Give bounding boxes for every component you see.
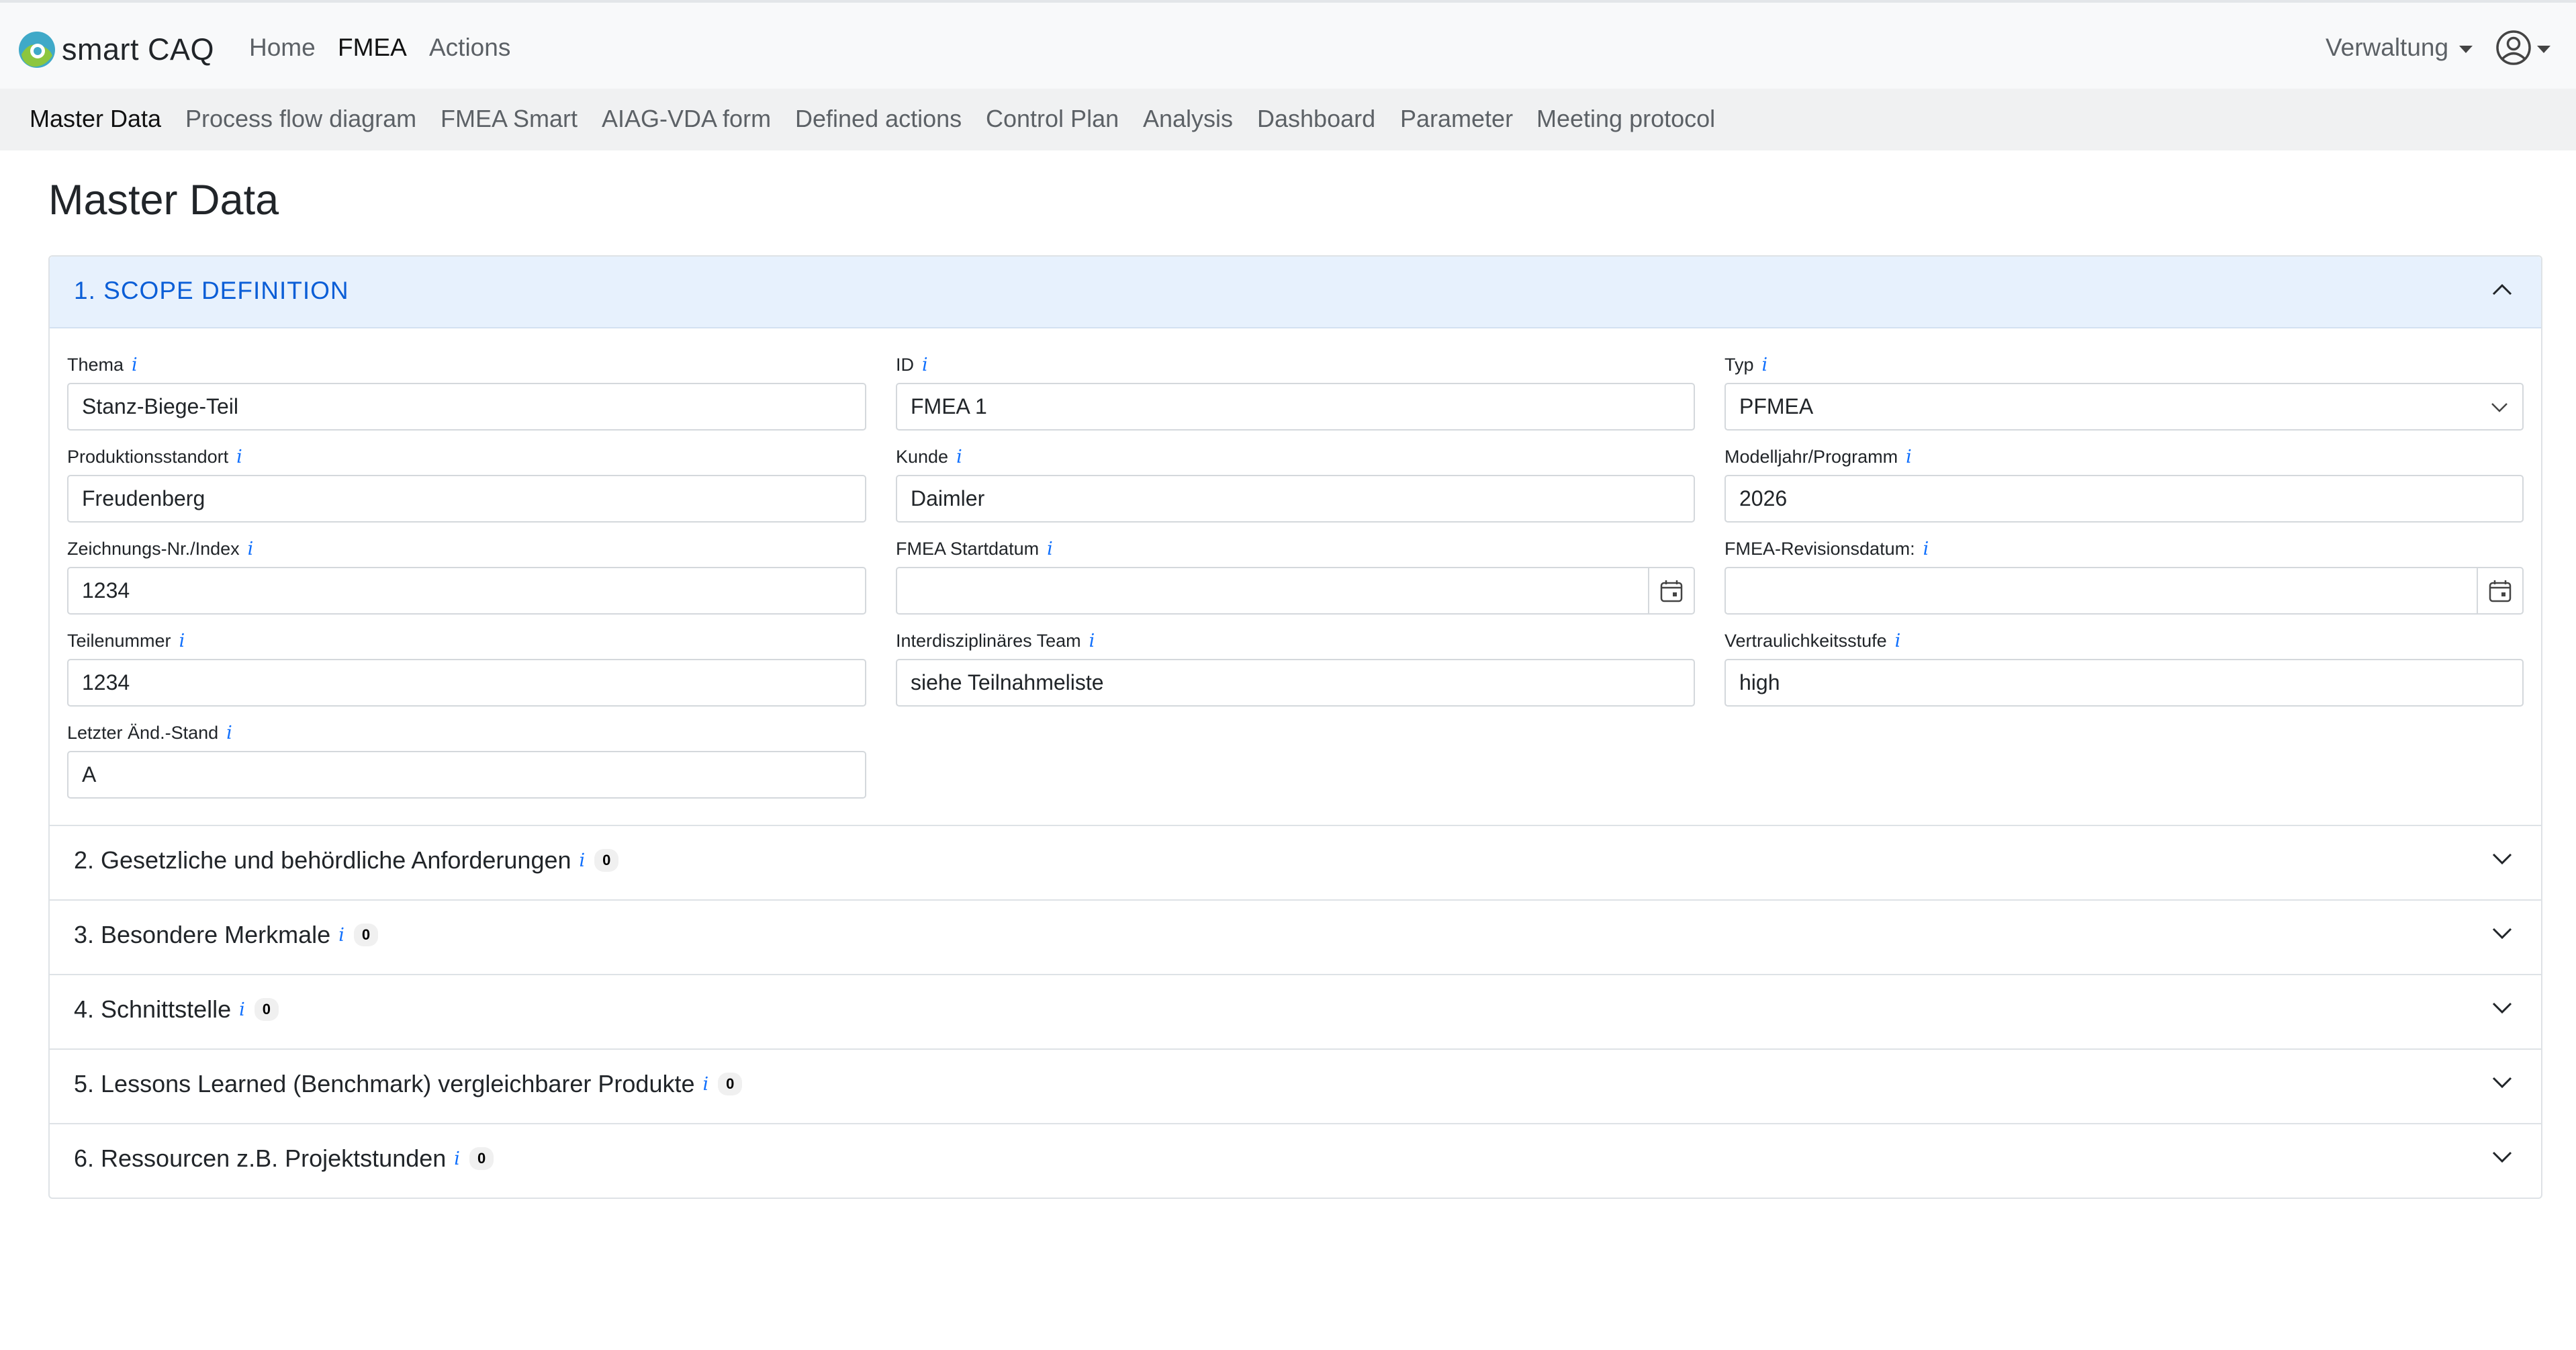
section-schnittstelle[interactable]: 4. Schnittstelle i 0 bbox=[50, 974, 2541, 1048]
id-input[interactable]: FMEA 1 bbox=[896, 383, 1695, 431]
subnav-meeting-protocol[interactable]: Meeting protocol bbox=[1536, 105, 1715, 133]
thema-input[interactable]: Stanz-Biege-Teil bbox=[67, 383, 866, 431]
produktionsstandort-input[interactable]: Freudenberg bbox=[67, 475, 866, 523]
info-icon[interactable]: i bbox=[922, 355, 928, 375]
info-icon[interactable]: i bbox=[239, 999, 245, 1020]
brand-name: smart CAQ bbox=[62, 32, 215, 66]
typ-select[interactable]: PFMEA bbox=[1724, 383, 2524, 431]
section-title: 2. Gesetzliche und behördliche Anforderu… bbox=[74, 846, 571, 874]
info-icon[interactable]: i bbox=[1089, 631, 1095, 651]
interdisziplinaeres-team-input[interactable]: siehe Teilnahmeliste bbox=[896, 659, 1695, 707]
subnav-parameter[interactable]: Parameter bbox=[1400, 105, 1513, 133]
info-icon[interactable]: i bbox=[132, 355, 138, 375]
interdisziplinaeres-team-label: Interdisziplinäres Team i bbox=[896, 631, 1095, 651]
admin-dropdown[interactable]: Verwaltung bbox=[2326, 34, 2473, 62]
typ-selected-value: PFMEA bbox=[1739, 394, 1814, 418]
fmea-revisionsdatum-input[interactable] bbox=[1724, 567, 2524, 615]
zeichnungs-nr-input[interactable]: 1234 bbox=[67, 567, 866, 615]
calendar-button[interactable] bbox=[2477, 568, 2522, 613]
section-besondere-merkmale[interactable]: 3. Besondere Merkmale i 0 bbox=[50, 899, 2541, 974]
count-badge: 0 bbox=[254, 998, 279, 1021]
section-gesetzliche-anforderungen[interactable]: 2. Gesetzliche und behördliche Anforderu… bbox=[50, 825, 2541, 899]
teilenummer-label: Teilenummer i bbox=[67, 631, 185, 651]
chevron-down-icon bbox=[2492, 928, 2512, 940]
section-title: 5. Lessons Learned (Benchmark) vergleich… bbox=[74, 1070, 695, 1097]
master-data-accordion: 1. SCOPE DEFINITION Thema i Stanz-Biege-T… bbox=[48, 255, 2542, 1199]
fmea-startdatum-input[interactable] bbox=[896, 567, 1695, 615]
subnav-fmea-smart[interactable]: FMEA Smart bbox=[441, 105, 578, 133]
id-label: ID i bbox=[896, 355, 928, 375]
chevron-down-icon bbox=[2537, 46, 2550, 53]
info-icon[interactable]: i bbox=[179, 631, 185, 651]
count-badge: 0 bbox=[469, 1147, 494, 1170]
vertraulichkeitsstufe-label: Vertraulichkeitsstufe i bbox=[1724, 631, 1901, 651]
letzter-aend-stand-input[interactable]: A bbox=[67, 751, 866, 799]
chevron-down-icon bbox=[2491, 403, 2508, 412]
info-icon[interactable]: i bbox=[1762, 355, 1768, 375]
scope-definition-header[interactable]: 1. SCOPE DEFINITION bbox=[50, 257, 2541, 328]
teilenummer-input[interactable]: 1234 bbox=[67, 659, 866, 707]
info-icon[interactable]: i bbox=[1923, 539, 1929, 559]
chevron-down-icon bbox=[2492, 853, 2512, 865]
letzter-aend-stand-label: Letzter Änd.-Stand i bbox=[67, 723, 232, 744]
info-icon[interactable]: i bbox=[236, 447, 242, 467]
vertraulichkeitsstufe-input[interactable]: high bbox=[1724, 659, 2524, 707]
calendar-button[interactable] bbox=[1648, 568, 1694, 613]
subnav-analysis[interactable]: Analysis bbox=[1143, 105, 1233, 133]
nav-fmea[interactable]: FMEA bbox=[338, 34, 407, 62]
zeichnungs-nr-label: Zeichnungs-Nr./Index i bbox=[67, 539, 254, 559]
chevron-up-icon bbox=[2492, 283, 2512, 296]
modelljahr-label: Modelljahr/Programm i bbox=[1724, 447, 1912, 467]
info-icon[interactable]: i bbox=[956, 447, 962, 467]
fmea-startdatum-label: FMEA Startdatum i bbox=[896, 539, 1053, 559]
user-circle-icon bbox=[2495, 30, 2532, 69]
top-navbar: smart CAQ Home FMEA Actions Verwaltung bbox=[0, 0, 2576, 89]
section-title: 6. Ressourcen z.B. Projektstunden bbox=[74, 1144, 447, 1172]
count-badge: 0 bbox=[718, 1073, 743, 1095]
section-lessons-learned[interactable]: 5. Lessons Learned (Benchmark) vergleich… bbox=[50, 1048, 2541, 1123]
info-icon[interactable]: i bbox=[703, 1074, 709, 1095]
user-menu[interactable] bbox=[2495, 30, 2550, 69]
kunde-input[interactable]: Daimler bbox=[896, 475, 1695, 523]
subnav-dashboard[interactable]: Dashboard bbox=[1257, 105, 1375, 133]
info-icon[interactable]: i bbox=[1906, 447, 1912, 467]
kunde-label: Kunde i bbox=[896, 447, 962, 467]
admin-label: Verwaltung bbox=[2326, 34, 2449, 61]
scope-definition-title: 1. SCOPE DEFINITION bbox=[74, 277, 349, 304]
count-badge: 0 bbox=[594, 849, 619, 872]
page-title: Master Data bbox=[48, 177, 279, 224]
chevron-down-icon bbox=[2492, 1002, 2512, 1014]
nav-actions[interactable]: Actions bbox=[429, 34, 510, 62]
subnav-control-plan[interactable]: Control Plan bbox=[986, 105, 1119, 133]
nav-home[interactable]: Home bbox=[249, 34, 316, 62]
calendar-icon bbox=[2489, 580, 2512, 602]
chevron-down-icon bbox=[2492, 1151, 2512, 1163]
section-title: 4. Schnittstelle bbox=[74, 995, 232, 1023]
info-icon[interactable]: i bbox=[338, 925, 344, 946]
calendar-icon bbox=[1660, 580, 1683, 602]
count-badge: 0 bbox=[353, 924, 379, 946]
subnav-master-data[interactable]: Master Data bbox=[30, 105, 161, 133]
info-icon[interactable]: i bbox=[1895, 631, 1901, 651]
info-icon[interactable]: i bbox=[248, 539, 254, 559]
subnav-aiag-vda-form[interactable]: AIAG-VDA form bbox=[602, 105, 771, 133]
info-icon[interactable]: i bbox=[1047, 539, 1053, 559]
subnav-process-flow-diagram[interactable]: Process flow diagram bbox=[185, 105, 416, 133]
brand[interactable]: smart CAQ bbox=[17, 28, 214, 71]
thema-label: Thema i bbox=[67, 355, 138, 375]
chevron-down-icon bbox=[2492, 1077, 2512, 1089]
produktionsstandort-label: Produktionsstandort i bbox=[67, 447, 242, 467]
info-icon[interactable]: i bbox=[454, 1149, 460, 1169]
info-icon[interactable]: i bbox=[226, 723, 232, 744]
typ-label: Typ i bbox=[1724, 355, 1768, 375]
fmea-revisionsdatum-label: FMEA-Revisionsdatum: i bbox=[1724, 539, 1929, 559]
modelljahr-input[interactable]: 2026 bbox=[1724, 475, 2524, 523]
section-title: 3. Besondere Merkmale bbox=[74, 921, 331, 948]
chevron-down-icon bbox=[2459, 45, 2473, 53]
section-ressourcen[interactable]: 6. Ressourcen z.B. Projektstunden i 0 bbox=[50, 1123, 2541, 1198]
info-icon[interactable]: i bbox=[580, 850, 586, 871]
fmea-subnav: Master Data Process flow diagram FMEA Sm… bbox=[0, 89, 2576, 150]
smart-caq-logo-icon bbox=[17, 30, 56, 69]
subnav-defined-actions[interactable]: Defined actions bbox=[795, 105, 962, 133]
